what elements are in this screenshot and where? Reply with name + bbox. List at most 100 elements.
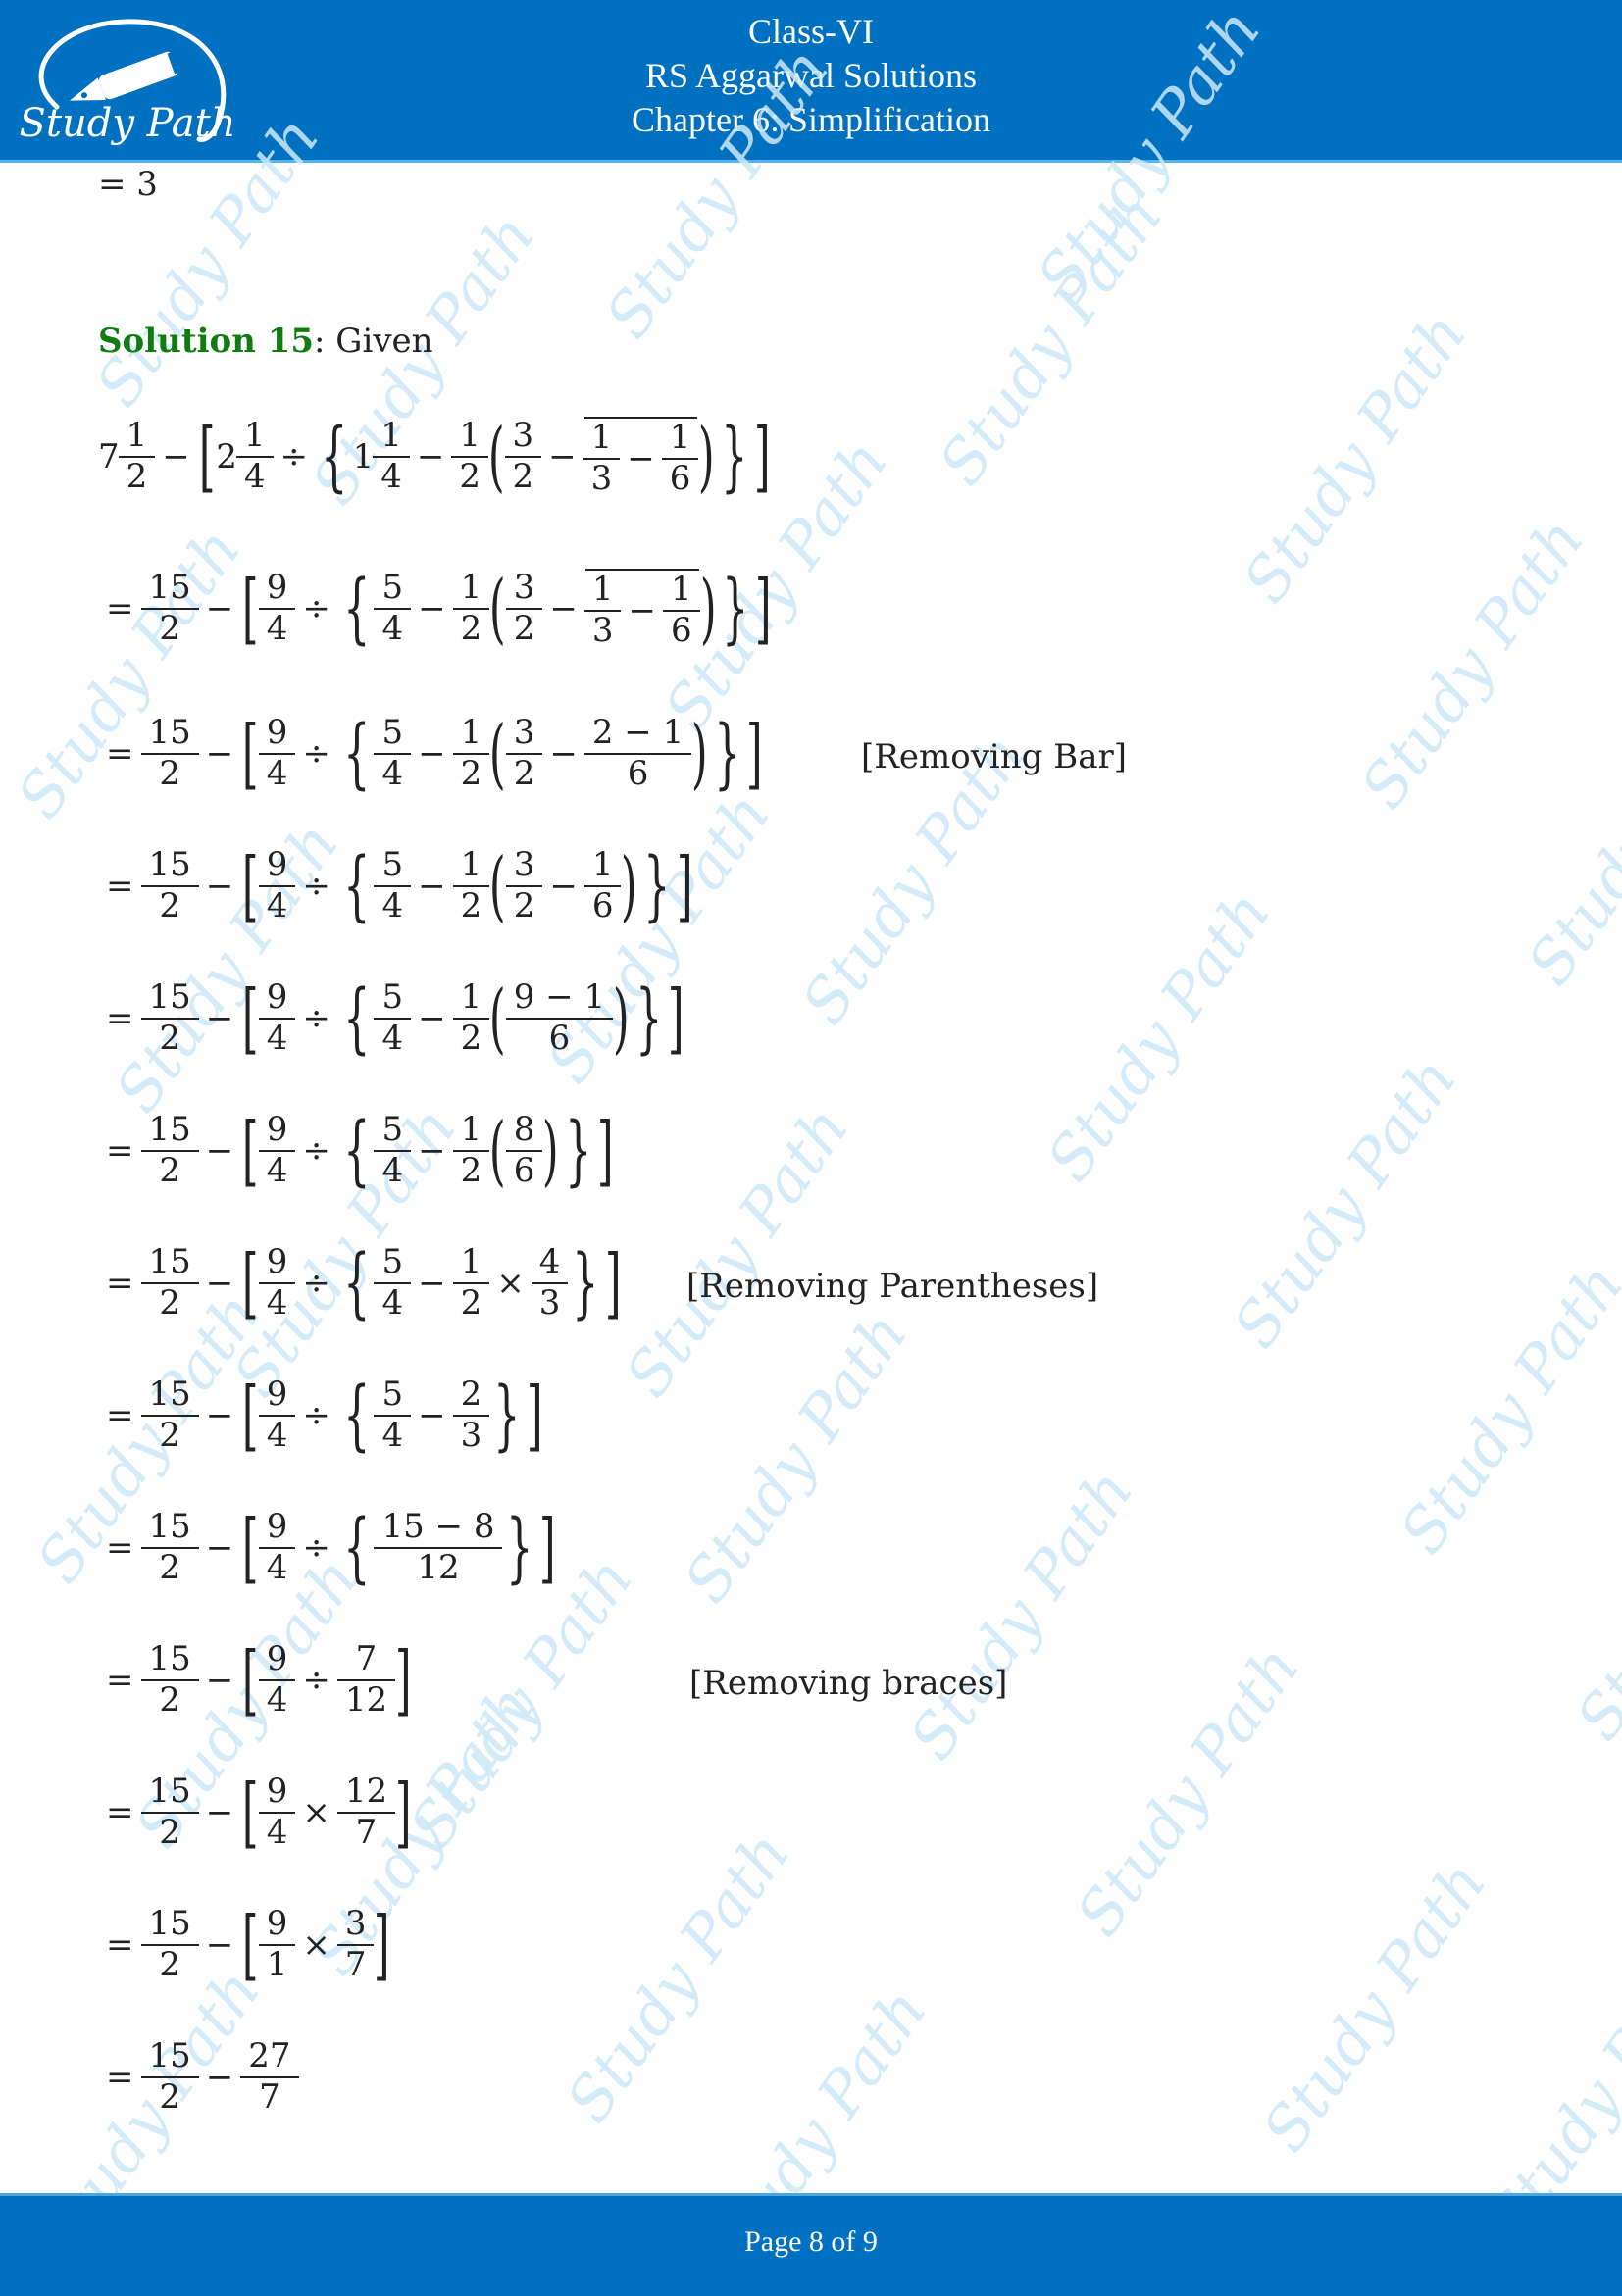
math-token: 7 [355,1639,378,1679]
math-token: ( [489,842,506,930]
step-2: = 15 2 − [ 94 ÷ { 54 − 12 ( 32 − 2 − 16 )… [98,716,764,792]
math-token: − [205,734,234,774]
fraction: 12 [452,713,490,791]
math-token: 2 [452,885,490,924]
page-header: Study Path Class-VI RS Aggarwal Solution… [0,0,1622,163]
math-token: 3 [452,1415,490,1454]
math-token: 1 [459,416,482,455]
math-token: − [162,436,190,476]
math-token: 4 [258,1018,296,1057]
math-token: = [106,734,134,774]
math-token: 6 [661,457,699,497]
fraction: 14 [373,418,410,494]
vinculum-bar: 13 − 16 [583,417,699,497]
fraction: 12 [118,418,156,494]
fraction: 86 [505,1113,543,1188]
math-token: 4 [538,1242,561,1282]
math-token: − [418,999,446,1038]
note-removing-parentheses: [Removing Parentheses] [686,1267,1099,1306]
step-5: = 15 2 − [ 94 ÷ { 54 − 12 ( 86 )}] [98,1113,615,1189]
math-token: = [106,588,134,628]
step-4: = 15 2 − [ 94 ÷ { 54 − 12 ( 9 − 16 )}] [98,980,685,1057]
math-token: − [418,588,446,628]
math-token: × [302,1793,330,1832]
math-token: 15 [148,2036,191,2075]
math-token: − [549,734,578,774]
math-token: [ [242,1901,259,1989]
watermark-text: Study Path [1033,877,1285,1194]
math-token: 15 [148,1639,191,1679]
fraction: 91 [258,1904,296,1982]
math-token: 2 [140,1679,199,1719]
math-token: 15 [148,845,191,885]
math-token: − [549,867,578,906]
math-token: [ [242,974,259,1063]
math-token: − [205,1396,234,1435]
math-token: − [628,590,656,630]
math-token: 4 [258,1415,296,1454]
math-token: − [205,1925,234,1965]
math-token: 9 [266,568,288,607]
math-token: 1 [591,570,614,609]
math-token: 7 [98,436,120,476]
math-token: ] [538,1504,556,1592]
math-token: 15 [148,1507,191,1547]
fraction: 94 [258,1245,296,1321]
math-token: 2 [140,607,199,647]
math-token: ] [394,1636,412,1724]
math-token: 5 [381,977,404,1018]
math-token: ) [699,564,717,653]
math-token: 15 [148,1242,191,1282]
math-token: 27 [248,2036,291,2075]
math-token: ] [526,1372,543,1460]
fraction: 15 2 [140,2036,199,2115]
math-token: 1 [591,845,614,885]
page-number: Page 8 of 9 [744,2225,878,2258]
math-token: 4 [258,1812,296,1851]
fraction: 94 [258,568,296,646]
math-token: 3 [344,1904,367,1944]
math-token: [ [242,1636,259,1724]
math-token: [ [242,1504,259,1592]
math-token: 2 [505,753,543,792]
math-token: 2 [505,885,543,924]
watermark-text: Study Path [552,1819,804,2135]
math-token: [ [242,1769,259,1857]
math-token: ( [489,564,506,653]
math-token: 5 [381,1110,404,1150]
math-token: 4 [374,885,412,924]
fraction: 32 [504,418,542,494]
math-token: 2 [216,436,237,476]
math-token: ÷ [302,1131,330,1171]
step-3: = 15 2 − [ 94 ÷ { 54 − 12 ( 32 − 16 )}] [98,848,693,924]
math-token: 2 [452,1018,490,1057]
math-token: ) [612,974,630,1063]
math-token: } [506,1504,533,1592]
math-token: 2 [452,1150,490,1189]
math-token: 4 [258,885,296,924]
math-token: − [205,1528,234,1568]
math-token: 9 [266,1110,288,1150]
math-token: ] [394,1769,412,1857]
fraction: 54 [374,1110,412,1188]
math-token: [ [242,564,259,653]
math-token: { [343,1372,371,1460]
math-token: 1 [460,713,482,753]
math-token: 9 [266,845,288,885]
math-token: − [205,1131,234,1171]
math-token: 3 [513,845,535,885]
watermark-text: Study Path [1248,1848,1500,2165]
math-token: } [722,564,749,653]
fraction: 15 2 [140,845,199,923]
math-token: − [418,734,446,774]
math-token: 9 [266,1904,288,1944]
math-token: ] [754,564,772,653]
header-chapter: Chapter 6: Simplification [632,100,990,139]
fraction: 32 [505,570,543,646]
math-token: = [106,1793,134,1832]
fraction: 54 [374,1245,412,1321]
fraction: 32 [505,845,543,923]
math-token: ] [597,1107,615,1195]
math-token: 12 [374,1547,503,1586]
math-token: } [643,842,671,930]
